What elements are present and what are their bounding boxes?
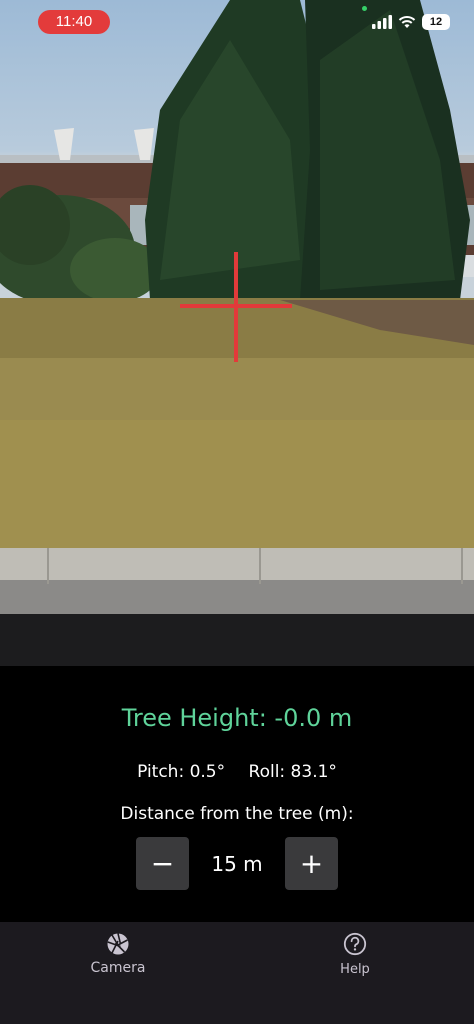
tab-help[interactable]: Help <box>295 932 415 977</box>
tab-camera[interactable]: Camera <box>58 932 178 976</box>
crosshair-vertical <box>234 252 238 362</box>
preview-bottom-band <box>0 614 474 666</box>
measurement-panel: Tree Height: -0.0 m Pitch: 0.5° Roll: 83… <box>0 666 474 922</box>
status-time: 11:40 <box>38 10 110 34</box>
decrease-distance-button[interactable]: − <box>136 837 189 890</box>
angle-readout: Pitch: 0.5° Roll: 83.1° <box>0 762 474 782</box>
tab-help-label: Help <box>340 962 370 977</box>
increase-distance-button[interactable]: + <box>284 837 338 890</box>
status-icons: 12 <box>372 14 450 30</box>
distance-label: Distance from the tree (m): <box>120 804 354 824</box>
signal-icon <box>372 15 392 29</box>
aperture-icon <box>107 933 129 955</box>
tab-camera-label: Camera <box>90 960 146 976</box>
camera-preview[interactable]: 11:40 12 <box>0 0 474 614</box>
wifi-icon <box>398 16 416 28</box>
pitch-readout: Pitch: 0.5° <box>137 762 226 782</box>
battery-icon: 12 <box>422 14 450 30</box>
tree-height-readout: Tree Height: -0.0 m <box>121 704 353 732</box>
help-circle-icon <box>343 932 367 956</box>
tab-bar: Camera Help <box>0 922 474 1024</box>
camera-in-use-indicator <box>362 6 367 11</box>
distance-stepper: − 15 m + <box>136 837 338 890</box>
distance-value: 15 m <box>211 851 263 876</box>
roll-readout: Roll: 83.1° <box>248 762 337 782</box>
